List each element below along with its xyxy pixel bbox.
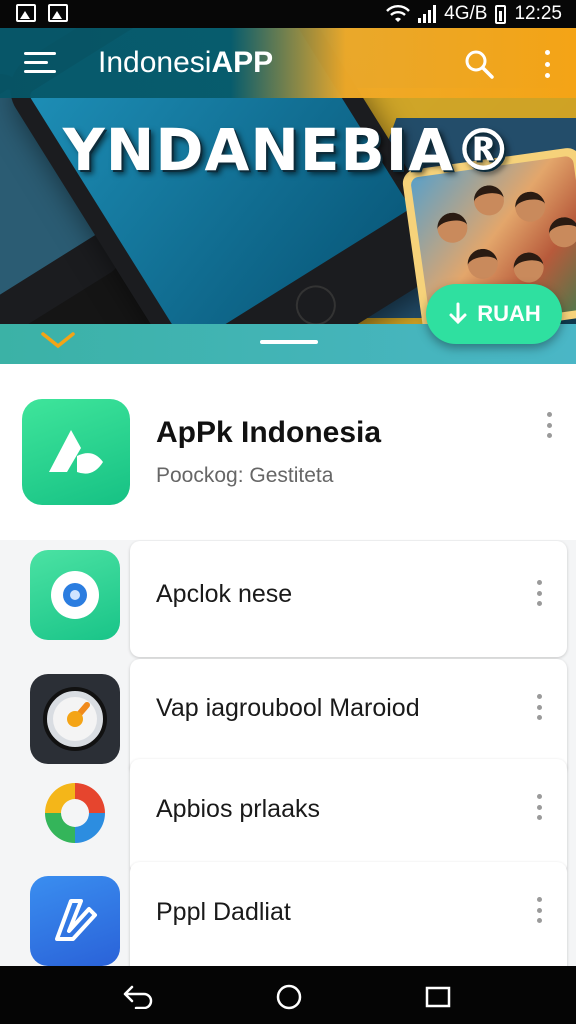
app-logo-icon [22, 399, 130, 505]
recents-icon[interactable] [425, 986, 451, 1008]
app-title-prefix: Indonesi [98, 46, 212, 79]
clock: 12:25 [514, 3, 562, 24]
carousel-indicator [260, 340, 318, 344]
app-title-accent: APP [211, 46, 274, 79]
edit-shape-icon [30, 876, 120, 966]
overflow-menu-icon[interactable] [540, 50, 554, 78]
download-button-label: RUAH [477, 301, 541, 326]
gallery-notification-icon [48, 4, 68, 22]
featured-app-subtitle: Poockog: Gestiteta [156, 464, 334, 487]
search-icon[interactable] [464, 49, 494, 79]
home-icon[interactable] [275, 983, 303, 1011]
signal-icon [418, 5, 437, 23]
more-options-icon[interactable] [533, 897, 545, 923]
menu-icon[interactable] [24, 52, 56, 76]
list-item-name: Apbios prlaaks [156, 795, 320, 823]
system-navigation-bar [0, 966, 576, 1024]
compass-icon [30, 550, 120, 640]
wifi-icon [386, 5, 411, 22]
chevron-down-icon[interactable] [40, 330, 76, 350]
color-ring-icon [30, 768, 120, 858]
list-item-name: Vap iagroubool Maroiod [156, 694, 420, 722]
more-options-icon[interactable] [543, 412, 555, 438]
download-button[interactable]: RUAH [426, 284, 562, 344]
battery-icon [495, 4, 507, 24]
network-type: 4G/B [444, 3, 488, 24]
image-notification-icon [16, 4, 36, 22]
app-bar: IndonesiAPP [0, 28, 576, 98]
featured-app[interactable]: ApPk Indonesia Poockog: Gestiteta [0, 364, 576, 540]
app-title: IndonesiAPP [98, 46, 273, 80]
list-item-name: Pppl Dadliat [156, 898, 291, 926]
more-options-icon[interactable] [533, 580, 545, 606]
speedometer-icon [30, 674, 120, 764]
hero-headline: YNDANEBIA® [62, 116, 514, 184]
status-bar: 4G/B 12:25 [0, 0, 576, 28]
more-options-icon[interactable] [533, 694, 545, 720]
back-icon[interactable] [122, 983, 154, 1009]
featured-app-name: ApPk Indonesia [156, 416, 382, 449]
download-arrow-icon [449, 302, 467, 325]
more-options-icon[interactable] [533, 794, 545, 820]
list-item-name: Apclok nese [156, 580, 293, 608]
